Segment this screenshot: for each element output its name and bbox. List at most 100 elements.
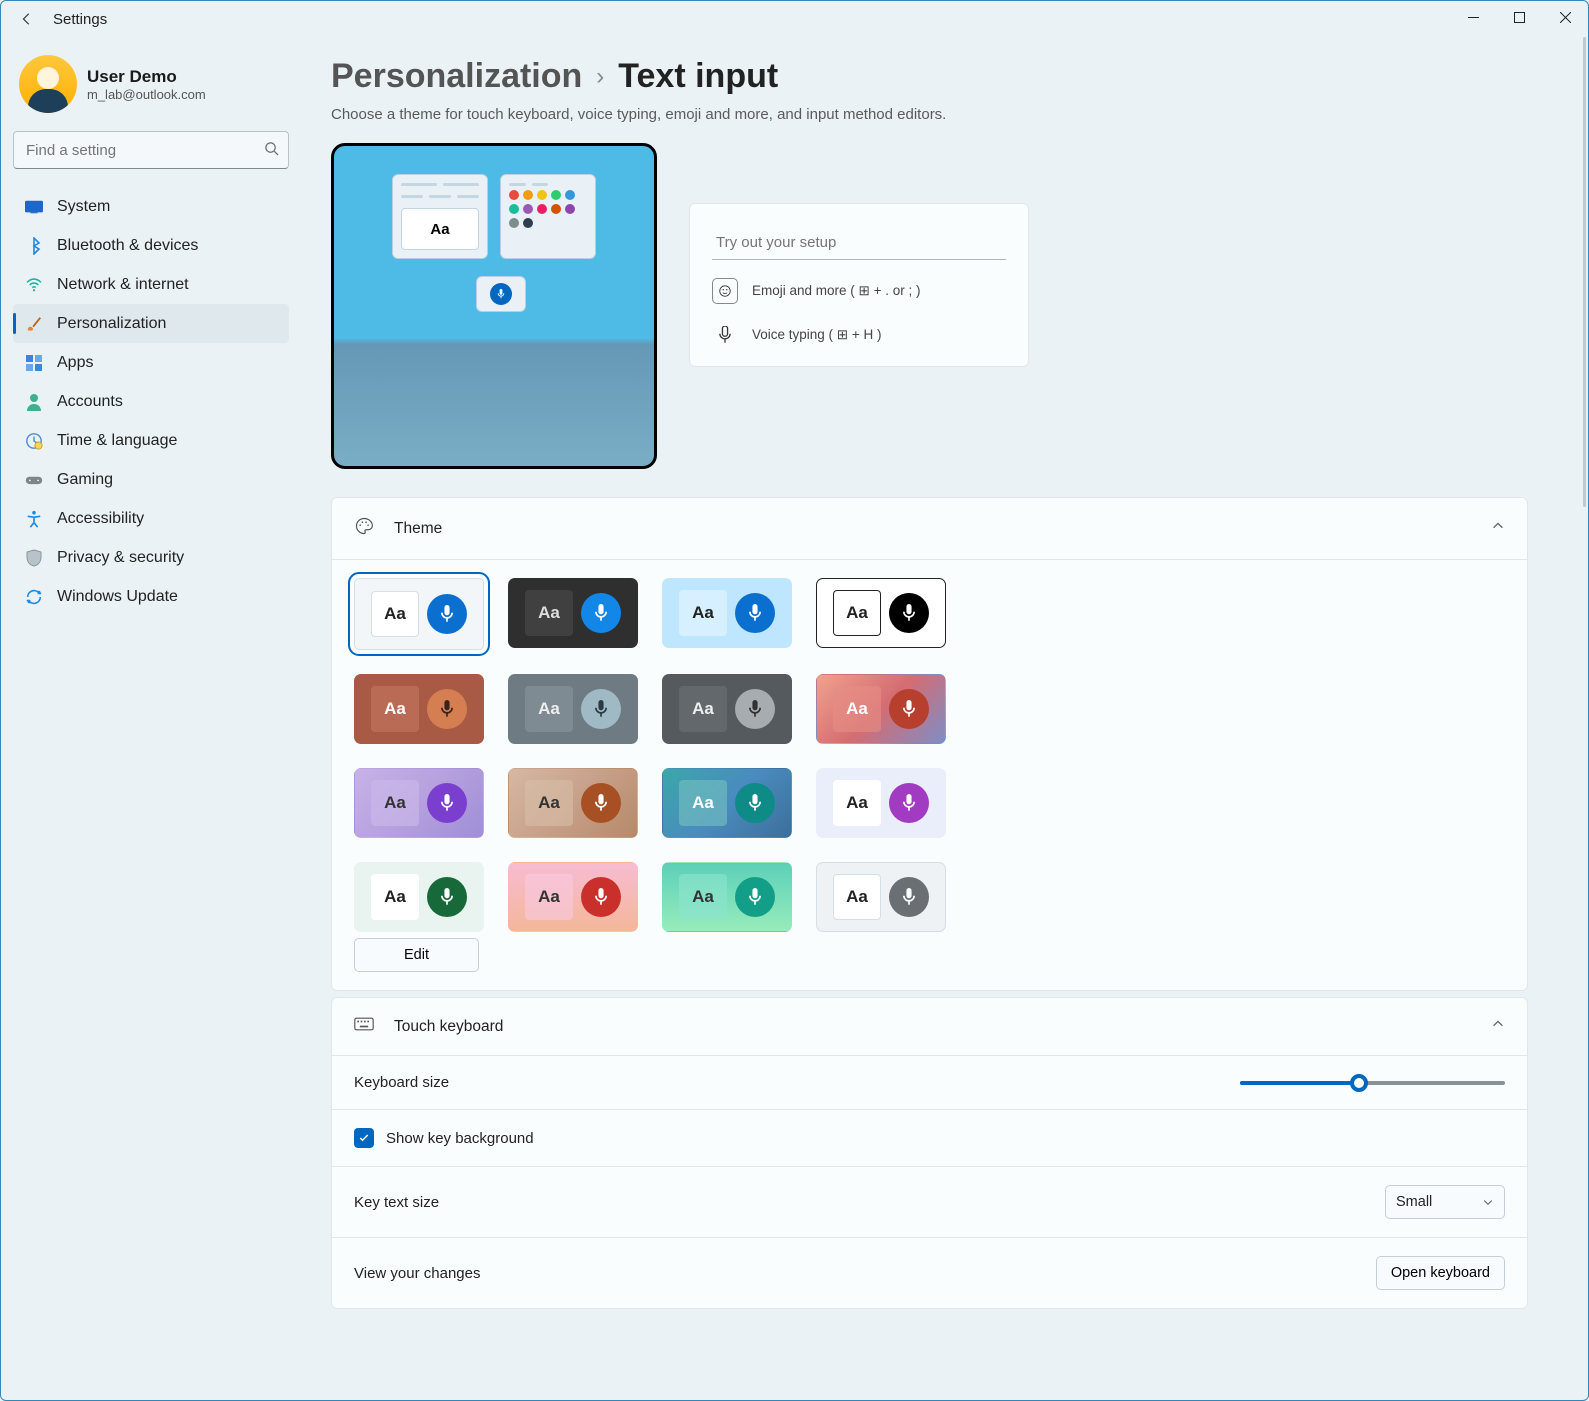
nav-item-gaming[interactable]: Gaming xyxy=(13,460,289,499)
theme-tile-sunset[interactable]: Aa xyxy=(816,674,946,744)
nav-label: Windows Update xyxy=(57,588,178,606)
theme-section: Theme Aa Aa Aa Aa Aa Aa Aa Aa Aa Aa Aa Aa Aa Aa Aa Aa E… xyxy=(331,497,1528,991)
nav-label: System xyxy=(57,198,110,216)
brush-icon xyxy=(25,315,43,333)
nav-label: Personalization xyxy=(57,315,166,333)
emoji-hint-text: Emoji and more ( ⊞ + . or ; ) xyxy=(752,283,921,299)
nav-item-accounts[interactable]: Accounts xyxy=(13,382,289,421)
window-title: Settings xyxy=(53,11,107,28)
theme-tile-blossom[interactable]: Aa xyxy=(508,862,638,932)
edit-theme-button[interactable]: Edit xyxy=(354,938,479,972)
nav-label: Accessibility xyxy=(57,510,144,528)
theme-tile-lavender[interactable]: Aa xyxy=(354,768,484,838)
theme-tile-mint[interactable]: Aa xyxy=(354,862,484,932)
theme-tile-slate[interactable]: Aa xyxy=(662,674,792,744)
keyboard-size-row: Keyboard size xyxy=(332,1055,1527,1109)
search-input[interactable] xyxy=(13,131,289,169)
gamepad-icon xyxy=(25,471,43,489)
bluetooth-icon xyxy=(25,237,43,255)
mic-icon xyxy=(496,289,506,299)
preview-emoji-mock xyxy=(500,174,596,259)
show-key-bg-checkbox[interactable] xyxy=(354,1128,374,1148)
minimize-icon xyxy=(1468,12,1479,23)
open-keyboard-button[interactable]: Open keyboard xyxy=(1376,1256,1505,1290)
maximize-icon xyxy=(1514,12,1525,23)
maximize-button[interactable] xyxy=(1496,1,1542,33)
view-changes-label: View your changes xyxy=(354,1265,480,1282)
theme-tile-custom[interactable]: Aa xyxy=(816,862,946,932)
nav-item-bluetooth[interactable]: Bluetooth & devices xyxy=(13,226,289,265)
voice-hint[interactable]: Voice typing ( ⊞ + H ) xyxy=(712,322,1006,348)
key-text-size-select[interactable]: Small xyxy=(1385,1185,1505,1219)
back-button[interactable] xyxy=(11,3,43,35)
nav-item-update[interactable]: Windows Update xyxy=(13,577,289,616)
theme-tile-ocean[interactable]: Aa xyxy=(662,768,792,838)
palette-icon xyxy=(354,516,374,541)
breadcrumb-parent[interactable]: Personalization xyxy=(331,57,582,96)
keyboard-icon xyxy=(354,1016,374,1037)
mic-icon xyxy=(712,322,738,348)
theme-tile-terracotta[interactable]: Aa xyxy=(354,674,484,744)
page-subtitle: Choose a theme for touch keyboard, voice… xyxy=(331,106,1528,123)
nav-item-apps[interactable]: Apps xyxy=(13,343,289,382)
theme-tile-violet[interactable]: Aa xyxy=(816,768,946,838)
theme-header[interactable]: Theme xyxy=(332,498,1527,559)
nav-item-system[interactable]: System xyxy=(13,187,289,226)
nav-label: Apps xyxy=(57,354,93,372)
close-button[interactable] xyxy=(1542,1,1588,33)
shield-icon xyxy=(25,549,43,567)
titlebar: Settings xyxy=(1,1,1588,37)
theme-title: Theme xyxy=(394,520,442,538)
search-box[interactable] xyxy=(13,131,289,169)
nav-item-time[interactable]: Time & language xyxy=(13,421,289,460)
keyboard-size-slider[interactable] xyxy=(1240,1081,1505,1085)
nav-label: Gaming xyxy=(57,471,113,489)
show-key-bg-label: Show key background xyxy=(386,1130,534,1147)
sync-icon xyxy=(25,588,43,606)
nav-list: System Bluetooth & devices Network & inter… xyxy=(13,187,289,616)
touch-keyboard-header[interactable]: Touch keyboard xyxy=(332,998,1527,1055)
scrollbar[interactable] xyxy=(1583,37,1586,507)
emoji-hint[interactable]: Emoji and more ( ⊞ + . or ; ) xyxy=(712,278,1006,304)
nav-label: Bluetooth & devices xyxy=(57,237,198,255)
theme-tile-light[interactable]: Aa xyxy=(354,578,484,650)
sidebar: User Demo m_lab@outlook.com System Blueto… xyxy=(1,37,301,1400)
accessibility-icon xyxy=(25,510,43,528)
theme-tile-sky[interactable]: Aa xyxy=(662,578,792,648)
chevron-down-icon xyxy=(1482,1196,1494,1208)
theme-tile-seafoam[interactable]: Aa xyxy=(662,862,792,932)
nav-item-personalization[interactable]: Personalization xyxy=(13,304,289,343)
nav-item-accessibility[interactable]: Accessibility xyxy=(13,499,289,538)
tryout-input[interactable] xyxy=(712,226,1006,260)
search-icon xyxy=(264,141,279,161)
avatar xyxy=(19,55,77,113)
wifi-icon xyxy=(25,276,43,294)
view-changes-row: View your changes Open keyboard xyxy=(332,1237,1527,1308)
theme-tile-bw[interactable]: Aa xyxy=(816,578,946,648)
user-email: m_lab@outlook.com xyxy=(87,87,206,102)
nav-label: Time & language xyxy=(57,432,177,450)
keyboard-size-label: Keyboard size xyxy=(354,1074,449,1091)
theme-grid: Aa Aa Aa Aa Aa Aa Aa Aa Aa Aa Aa Aa Aa Aa Aa Aa xyxy=(354,578,1505,932)
chevron-right-icon: › xyxy=(596,63,604,91)
chevron-up-icon xyxy=(1491,1017,1505,1036)
preview-tile: Aa xyxy=(331,143,657,469)
apps-icon xyxy=(25,354,43,372)
clock-icon xyxy=(25,432,43,450)
person-icon xyxy=(25,393,43,411)
content-area: Personalization › Text input Choose a th… xyxy=(301,37,1588,1400)
nav-label: Accounts xyxy=(57,393,123,411)
touch-keyboard-title: Touch keyboard xyxy=(394,1018,503,1036)
minimize-button[interactable] xyxy=(1450,1,1496,33)
theme-tile-amber[interactable]: Aa xyxy=(508,768,638,838)
theme-tile-steel[interactable]: Aa xyxy=(508,674,638,744)
preview-keyboard-mock: Aa xyxy=(392,174,488,259)
breadcrumb: Personalization › Text input xyxy=(331,57,1528,96)
theme-tile-dark[interactable]: Aa xyxy=(508,578,638,648)
nav-item-network[interactable]: Network & internet xyxy=(13,265,289,304)
nav-item-privacy[interactable]: Privacy & security xyxy=(13,538,289,577)
key-text-size-label: Key text size xyxy=(354,1194,439,1211)
user-block[interactable]: User Demo m_lab@outlook.com xyxy=(13,49,289,119)
voice-hint-text: Voice typing ( ⊞ + H ) xyxy=(752,327,882,343)
chevron-up-icon xyxy=(1491,519,1505,538)
